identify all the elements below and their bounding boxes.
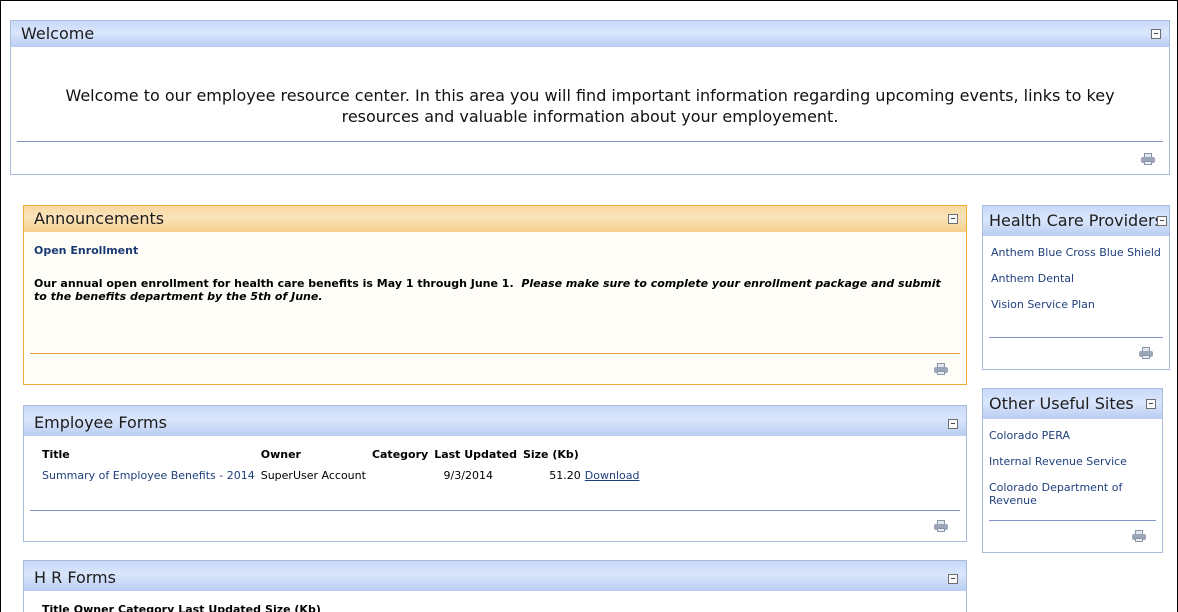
employee-forms-header: Employee Forms (24, 406, 966, 436)
column-header-title: Title (42, 602, 70, 612)
print-icon[interactable] (1141, 153, 1155, 165)
employee-forms-module: Employee Forms Title Owner Category Last… (23, 405, 967, 542)
column-header-last-updated: Last Updated (178, 602, 262, 612)
list-item: Internal Revenue Service (989, 455, 1162, 481)
welcome-module: Welcome Welcome to our employee resource… (10, 20, 1170, 175)
useful-sites-title: Other Useful Sites (989, 394, 1134, 413)
announcement-item: Open Enrollment Our annual open enrollme… (34, 244, 956, 303)
employee-forms-table: Title Owner Category Last Updated Size (… (42, 446, 645, 483)
hr-forms-collapse-icon[interactable] (948, 574, 958, 584)
list-item: Colorado PERA (989, 429, 1162, 455)
table-header-row: Title Owner Category Last Updated Size (… (42, 446, 645, 462)
column-header-size: Size (Kb) (522, 447, 579, 461)
health-care-divider (989, 337, 1163, 338)
form-owner: SuperUser Account (260, 469, 366, 482)
download-link[interactable]: Download (585, 469, 640, 482)
announcements-divider (30, 353, 960, 354)
health-care-collapse-icon[interactable] (1157, 216, 1167, 226)
useful-site-link-colorado-revenue[interactable]: Colorado Department of Revenue (989, 481, 1122, 507)
useful-sites-header: Other Useful Sites (983, 389, 1162, 419)
health-care-link-anthem-dental[interactable]: Anthem Dental (991, 272, 1074, 285)
useful-sites-divider (989, 520, 1156, 521)
form-size: 51.20 (549, 469, 581, 482)
column-header-category: Category (118, 602, 175, 612)
print-icon[interactable] (934, 363, 948, 375)
column-header-owner: Owner (73, 602, 114, 612)
list-item: Anthem Blue Cross Blue Shield (991, 246, 1169, 272)
welcome-title: Welcome (21, 24, 95, 43)
welcome-collapse-icon[interactable] (1151, 29, 1161, 39)
print-icon[interactable] (934, 520, 948, 532)
health-care-header: Health Care Providers (983, 206, 1169, 236)
announcements-collapse-icon[interactable] (948, 214, 958, 224)
list-item: Anthem Dental (991, 272, 1169, 298)
useful-sites-module: Other Useful Sites Colorado PERA Interna… (982, 388, 1163, 553)
health-care-title: Health Care Providers (989, 211, 1163, 230)
announcements-module: Announcements Open Enrollment Our annual… (23, 205, 967, 385)
announcements-header: Announcements (24, 206, 966, 232)
health-care-module: Health Care Providers Anthem Blue Cross … (982, 205, 1170, 370)
useful-sites-links: Colorado PERA Internal Revenue Service C… (983, 419, 1162, 507)
employee-forms-divider (30, 510, 960, 511)
useful-site-link-colorado-pera[interactable]: Colorado PERA (989, 429, 1070, 442)
column-header-category: Category (371, 447, 429, 461)
useful-site-link-irs[interactable]: Internal Revenue Service (989, 455, 1127, 468)
hr-forms-title: H R Forms (34, 568, 116, 587)
welcome-text: Welcome to our employee resource center.… (65, 86, 1115, 126)
health-care-link-vsp[interactable]: Vision Service Plan (991, 298, 1095, 311)
form-title-link[interactable]: Summary of Employee Benefits - 2014 (42, 469, 255, 482)
welcome-header: Welcome (11, 21, 1169, 47)
health-care-link-anthem-bcbs[interactable]: Anthem Blue Cross Blue Shield (991, 246, 1161, 259)
form-last-updated: 9/3/2014 (443, 469, 493, 482)
table-header-row: Title Owner Category Last Updated Size (… (42, 601, 327, 612)
useful-sites-collapse-icon[interactable] (1146, 399, 1156, 409)
column-header-title: Title (42, 447, 70, 461)
print-icon[interactable] (1132, 530, 1146, 542)
announcement-body: Our annual open enrollment for health ca… (34, 277, 956, 303)
health-care-links: Anthem Blue Cross Blue Shield Anthem Den… (983, 236, 1169, 324)
welcome-divider (17, 141, 1163, 142)
announcement-title: Open Enrollment (34, 244, 139, 257)
announcement-body-regular: Our annual open enrollment for health ca… (34, 277, 514, 290)
table-row: Summary of Employee Benefits - 2014 Supe… (42, 462, 645, 482)
column-header-last-updated: Last Updated (434, 447, 517, 461)
announcements-title: Announcements (34, 209, 165, 228)
hr-forms-table: Title Owner Category Last Updated Size (… (42, 601, 327, 612)
employee-forms-collapse-icon[interactable] (948, 419, 958, 429)
form-category (372, 462, 434, 482)
hr-forms-module: H R Forms Title Owner Category Last Upda… (23, 560, 967, 612)
hr-forms-header: H R Forms (24, 561, 966, 591)
column-header-size: Size (Kb) (265, 602, 321, 612)
list-item: Colorado Department of Revenue (989, 481, 1162, 507)
column-header-owner: Owner (260, 447, 301, 461)
employee-forms-title: Employee Forms (34, 413, 167, 432)
list-item: Vision Service Plan (991, 298, 1169, 324)
print-icon[interactable] (1139, 347, 1153, 359)
